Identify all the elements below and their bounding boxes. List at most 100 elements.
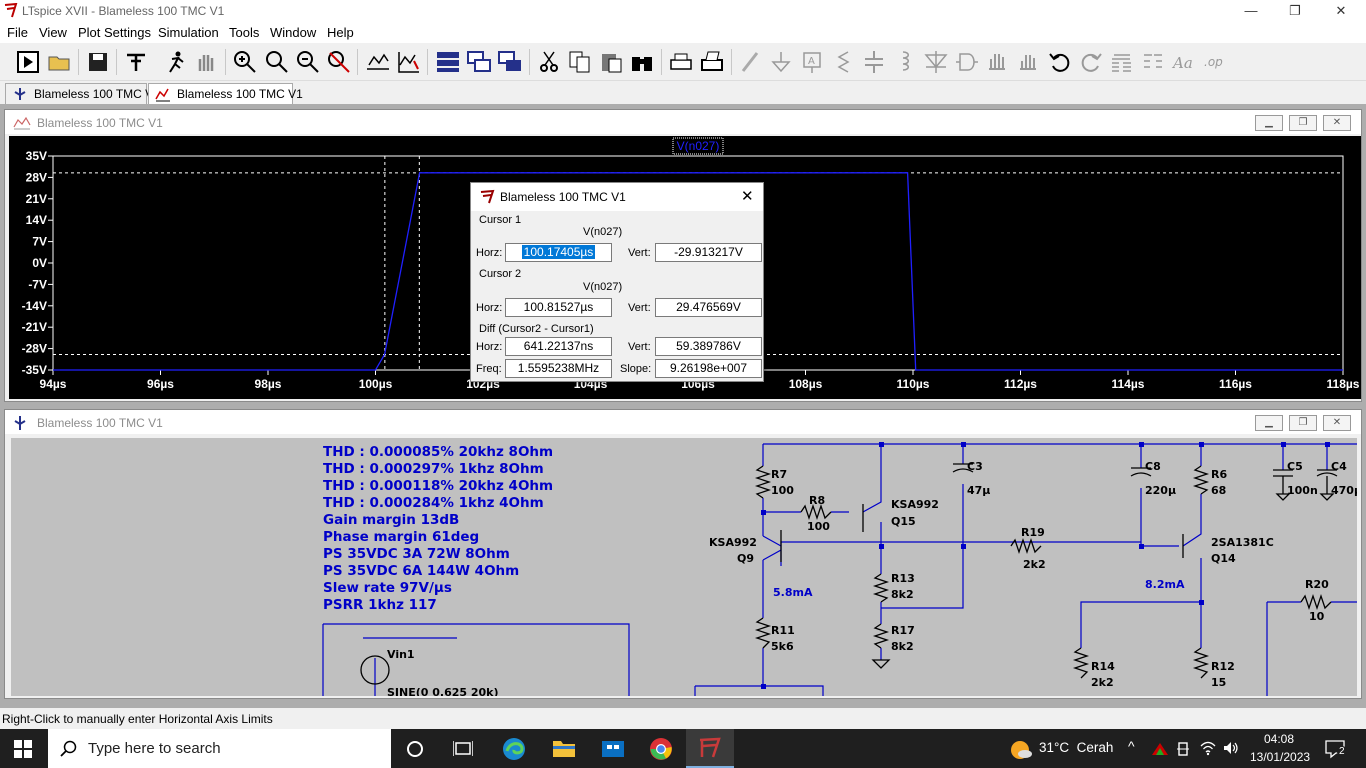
- q14-type[interactable]: 2SA1381C: [1211, 536, 1274, 549]
- autorange-icon[interactable]: [365, 49, 391, 75]
- copy-icon[interactable]: [567, 49, 593, 75]
- cascade-icon[interactable]: [466, 49, 492, 75]
- diff-slope-field[interactable]: 9.26198e+007: [655, 359, 762, 378]
- cursor2-vert-field[interactable]: 29.476569V: [655, 298, 762, 317]
- volume-icon[interactable]: [1222, 740, 1240, 756]
- windows-start-icon[interactable]: [14, 740, 32, 758]
- r6-value[interactable]: 68: [1211, 484, 1226, 497]
- q15-type[interactable]: KSA992: [891, 498, 939, 511]
- weather-text[interactable]: 31°C Cerah: [1039, 740, 1113, 755]
- cut-icon[interactable]: [536, 49, 562, 75]
- r11-value[interactable]: 5k6: [771, 640, 794, 653]
- component-icon[interactable]: [954, 49, 980, 75]
- waveform-close-button[interactable]: ✕: [1323, 115, 1351, 131]
- c3-value[interactable]: 47µ: [967, 484, 990, 497]
- ground-icon[interactable]: [768, 49, 794, 75]
- wire-pencil-icon[interactable]: [737, 49, 763, 75]
- r19-value[interactable]: 2k2: [1023, 558, 1046, 571]
- text-icon[interactable]: Aa: [1171, 49, 1197, 75]
- ltspice-tray-icon[interactable]: [1151, 741, 1169, 757]
- current-annotation[interactable]: 8.2mA: [1145, 578, 1184, 591]
- grid-icon[interactable]: [396, 49, 422, 75]
- vin-value[interactable]: SINE(0 0.625 20k): [387, 686, 499, 696]
- control-panel-icon[interactable]: [123, 49, 149, 75]
- c5-value[interactable]: 100n: [1287, 484, 1318, 497]
- open-folder-icon[interactable]: [47, 49, 73, 75]
- run-man-icon[interactable]: [162, 49, 188, 75]
- r11-label[interactable]: R11: [771, 624, 795, 637]
- maximize-button[interactable]: ❐: [1272, 0, 1318, 23]
- tile-horizontal-icon[interactable]: [435, 49, 461, 75]
- cursor2-horz-field[interactable]: 100.81527µs: [505, 298, 612, 317]
- print-icon[interactable]: [699, 49, 725, 75]
- save-icon[interactable]: [85, 49, 111, 75]
- tab-waveform[interactable]: Blameless 100 TMC V1: [148, 83, 303, 104]
- find-binoculars-icon[interactable]: [629, 49, 655, 75]
- edge-icon[interactable]: [502, 737, 526, 761]
- run-icon[interactable]: [15, 49, 41, 75]
- diff-freq-field[interactable]: 1.5595238MHz: [505, 359, 612, 378]
- c8-label[interactable]: C8: [1145, 460, 1161, 473]
- print-preview-icon[interactable]: [668, 49, 694, 75]
- zoom-in-icon[interactable]: [232, 49, 258, 75]
- drag-hand-icon[interactable]: [1016, 49, 1042, 75]
- store-icon[interactable]: [601, 738, 625, 758]
- menu-view[interactable]: View: [39, 25, 67, 40]
- spice-directive-icon[interactable]: .op: [1202, 49, 1228, 75]
- mirror-icon[interactable]: [1140, 49, 1166, 75]
- resistor-icon[interactable]: [830, 49, 856, 75]
- label-net-icon[interactable]: A: [799, 49, 825, 75]
- schematic-minimize-button[interactable]: ▁: [1255, 415, 1283, 431]
- capacitor-icon[interactable]: [861, 49, 887, 75]
- halt-hand-icon[interactable]: [193, 49, 219, 75]
- chevron-up-icon[interactable]: ^: [1128, 738, 1135, 754]
- wifi-icon[interactable]: [1199, 740, 1217, 756]
- schematic-canvas[interactable]: THD : 0.000085% 20khz 8Ohm THD : 0.00029…: [11, 438, 1357, 696]
- menu-plot-settings[interactable]: Plot Settings: [78, 25, 151, 40]
- waveform-minimize-button[interactable]: ▁: [1255, 115, 1283, 131]
- r12-value[interactable]: 15: [1211, 676, 1226, 689]
- r19-label[interactable]: R19: [1021, 526, 1045, 539]
- usb-device-icon[interactable]: [1176, 741, 1190, 757]
- zoom-out-icon[interactable]: [295, 49, 321, 75]
- r17-value[interactable]: 8k2: [891, 640, 914, 653]
- weather-sun-icon[interactable]: [1008, 737, 1034, 761]
- paste-icon[interactable]: [598, 49, 624, 75]
- r20-label[interactable]: R20: [1305, 578, 1329, 591]
- diff-horz-field[interactable]: 641.22137ns: [505, 337, 612, 356]
- waveform-restore-button[interactable]: ❐: [1289, 115, 1317, 131]
- menu-tools[interactable]: Tools: [229, 25, 259, 40]
- q15-label[interactable]: Q15: [891, 515, 916, 528]
- diode-icon[interactable]: [923, 49, 949, 75]
- r7-label[interactable]: R7: [771, 468, 787, 481]
- cursor1-horz-field[interactable]: 100.17405µs: [505, 243, 612, 262]
- clock-date[interactable]: 13/01/2023: [1250, 750, 1310, 764]
- menu-window[interactable]: Window: [270, 25, 316, 40]
- r13-value[interactable]: 8k2: [891, 588, 914, 601]
- c5-label[interactable]: C5: [1287, 460, 1303, 473]
- close-icon[interactable]: ✕: [741, 187, 754, 205]
- current-annotation[interactable]: 5.8mA: [773, 586, 812, 599]
- schematic-close-button[interactable]: ✕: [1323, 415, 1351, 431]
- tile-vertical-icon[interactable]: [497, 49, 523, 75]
- c4-label[interactable]: C4: [1331, 460, 1347, 473]
- menu-help[interactable]: Help: [327, 25, 354, 40]
- task-view-icon[interactable]: [453, 740, 473, 758]
- redo-icon[interactable]: [1078, 49, 1104, 75]
- zoom-pan-icon[interactable]: [264, 49, 290, 75]
- taskbar-ltspice-button[interactable]: [686, 729, 734, 768]
- q9-label[interactable]: Q9: [737, 552, 754, 565]
- c8-value[interactable]: 220µ: [1145, 484, 1176, 497]
- file-explorer-icon[interactable]: [552, 738, 576, 758]
- q14-label[interactable]: Q14: [1211, 552, 1236, 565]
- r20-value[interactable]: 10: [1309, 610, 1324, 623]
- cortana-icon[interactable]: [406, 740, 424, 758]
- tab-schematic[interactable]: Blameless 100 TMC V1: [5, 83, 160, 104]
- c3-label[interactable]: C3: [967, 460, 983, 473]
- zoom-fit-icon[interactable]: [326, 49, 352, 75]
- diff-vert-field[interactable]: 59.389786V: [655, 337, 762, 356]
- r14-label[interactable]: R14: [1091, 660, 1115, 673]
- c4-value[interactable]: 470µ: [1331, 484, 1357, 497]
- undo-icon[interactable]: [1047, 49, 1073, 75]
- taskbar-search-box[interactable]: Type here to search: [48, 729, 391, 768]
